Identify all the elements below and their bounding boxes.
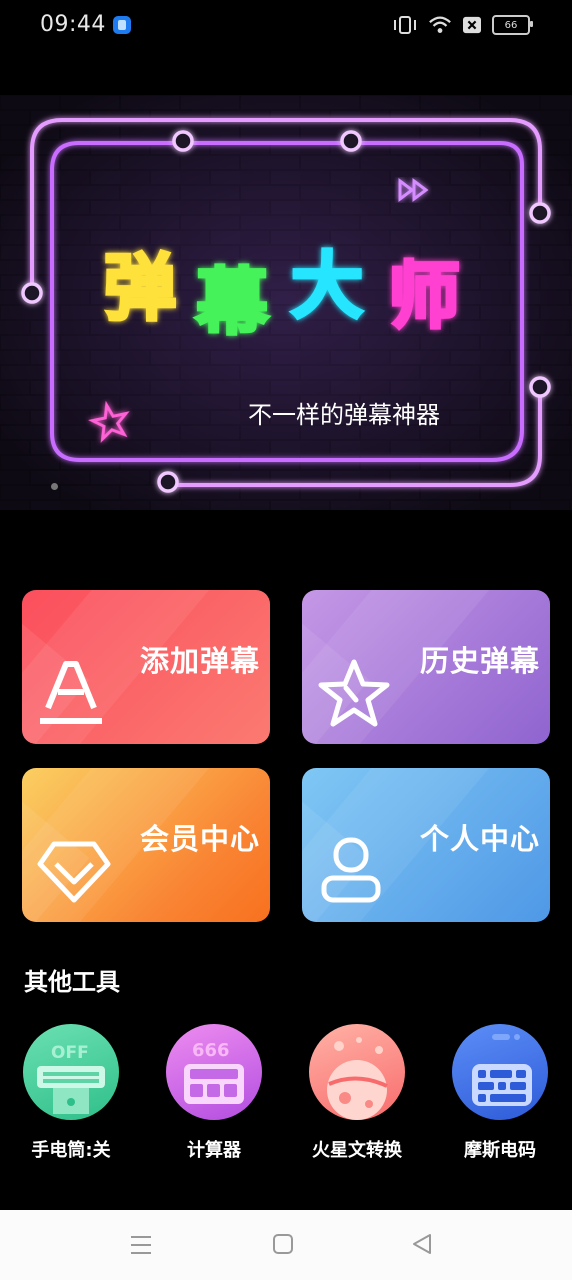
banner-carousel[interactable]: 弹 幕 大 师 不一样的弹幕神器	[0, 95, 572, 510]
letter-a-icon	[40, 661, 102, 724]
battery-icon: 66	[492, 15, 533, 35]
menu-icon[interactable]	[128, 1232, 154, 1258]
app-notification-icon	[113, 16, 131, 34]
banner-title-char: 师	[388, 254, 460, 338]
status-icons: 66	[392, 14, 533, 36]
no-sim-icon	[463, 16, 481, 34]
svg-text:OFF: OFF	[51, 1043, 89, 1063]
tool-label: 火星文转换	[312, 1140, 402, 1161]
wifi-icon	[429, 16, 451, 33]
svg-text:666: 666	[192, 1040, 230, 1061]
status-bar: 09:44 66	[0, 0, 572, 52]
card-label: 添加弹幕	[139, 644, 260, 678]
morse-keyboard-icon[interactable]	[452, 1024, 548, 1120]
card-label: 会员中心	[139, 822, 260, 856]
banner-subtitle: 不一样的弹幕神器	[248, 401, 440, 429]
banner-title-char: 大	[291, 244, 363, 328]
diamond-icon	[37, 841, 111, 903]
banner-title-char: 幕	[195, 260, 269, 344]
calculator-tool[interactable]: 666 计算器	[154, 1024, 274, 1162]
planet-icon[interactable]	[309, 1024, 405, 1120]
tool-label: 摩斯电码	[464, 1140, 536, 1161]
system-navigation-bar	[0, 1210, 572, 1280]
add-danmaku-card[interactable]: 添加弹幕	[22, 590, 270, 744]
star-icon	[318, 659, 390, 727]
card-label: 个人中心	[419, 822, 540, 856]
other-tools-title: 其他工具	[24, 968, 120, 996]
neon-banner-image: 弹 幕 大 师 不一样的弹幕神器	[0, 95, 572, 510]
home-icon[interactable]	[271, 1232, 295, 1256]
banner-title-char: 弹	[104, 246, 176, 330]
mars-text-tool[interactable]: 火星文转换	[297, 1024, 417, 1162]
vibrate-icon	[394, 16, 416, 34]
person-icon	[321, 837, 381, 903]
calculator-icon[interactable]: 666	[166, 1024, 262, 1120]
flashlight-tool[interactable]: OFF 手电筒:关	[11, 1024, 131, 1162]
history-danmaku-card[interactable]: 历史弹幕	[302, 590, 550, 744]
back-icon[interactable]	[410, 1232, 434, 1256]
personal-center-card[interactable]: 个人中心	[302, 768, 550, 922]
tool-label: 计算器	[187, 1140, 241, 1161]
vip-center-card[interactable]: 会员中心	[22, 768, 270, 922]
card-label: 历史弹幕	[419, 644, 540, 678]
carousel-indicator[interactable]	[51, 483, 58, 490]
tool-label: 手电筒:关	[31, 1140, 111, 1161]
clock: 09:44	[40, 12, 106, 37]
morse-code-tool[interactable]: 摩斯电码	[440, 1024, 560, 1162]
flashlight-icon[interactable]: OFF	[23, 1024, 119, 1120]
